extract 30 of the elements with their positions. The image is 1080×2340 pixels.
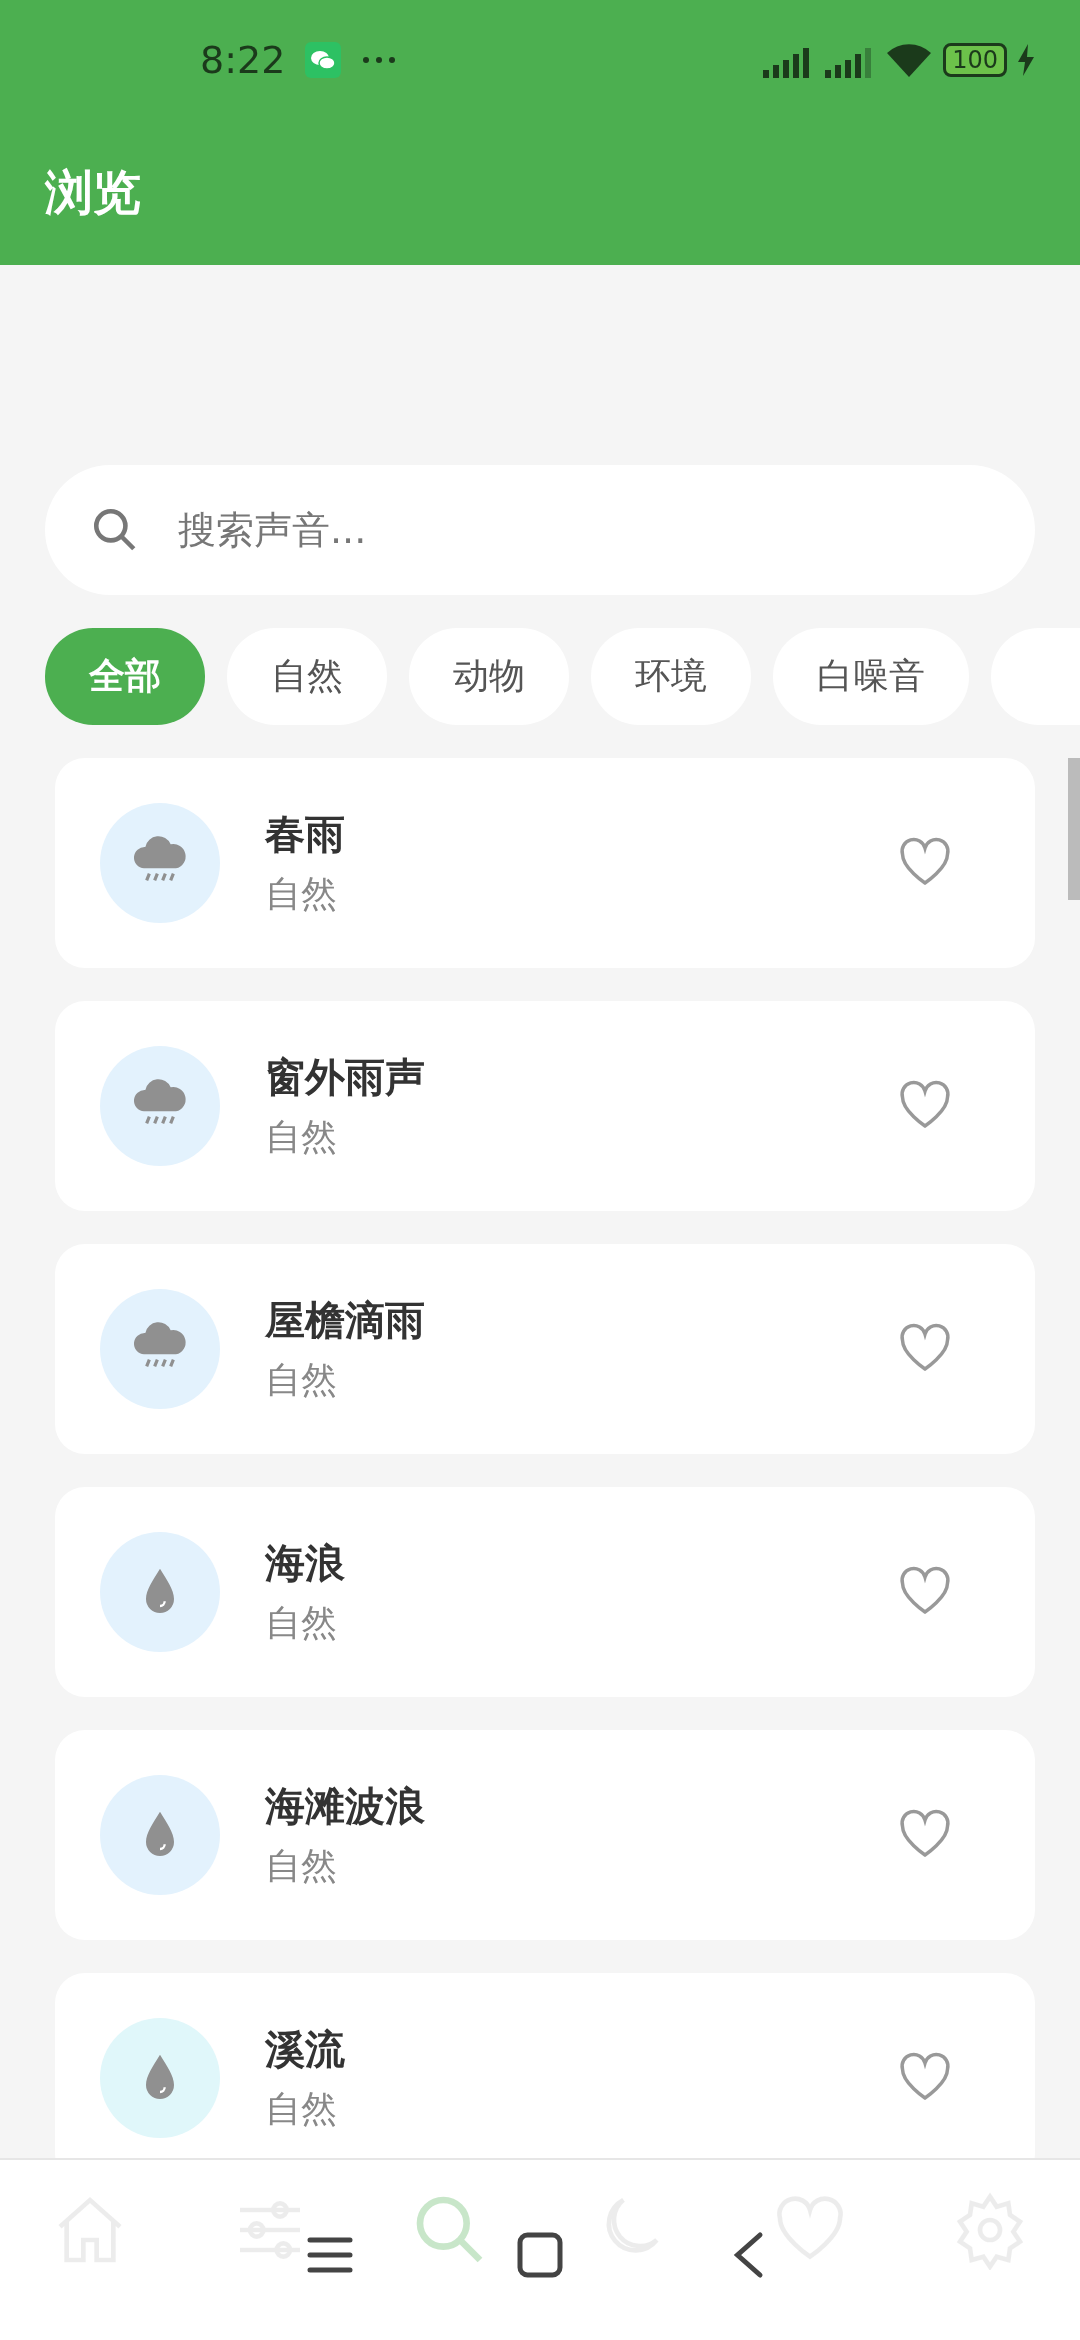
sound-title: 屋檐滴雨 — [265, 1296, 426, 1345]
chat-app-icon — [305, 42, 342, 78]
sound-category: 自然 — [265, 1115, 338, 1159]
sound-title: 窗外雨声 — [265, 1053, 426, 1102]
charging-icon — [1017, 44, 1035, 76]
category-chip[interactable]: 动物 — [409, 628, 569, 725]
sound-card[interactable]: 海滩波浪 自然 — [55, 1730, 1035, 1940]
sound-category: 自然 — [265, 1358, 338, 1402]
sound-title: 溪流 — [265, 2025, 346, 2074]
wifi-icon — [885, 41, 934, 79]
sound-category: 自然 — [265, 1601, 338, 1645]
sound-card[interactable]: 窗外雨声 自然 — [55, 1001, 1035, 1211]
sound-category: 自然 — [265, 872, 338, 916]
sound-title: 春雨 — [265, 810, 346, 859]
sound-card[interactable]: 屋檐滴雨 自然 — [55, 1244, 1035, 1454]
search-field[interactable]: 搜索声音... — [45, 465, 1035, 595]
battery-level: 100 — [943, 43, 1007, 77]
page-title: 浏览 — [45, 162, 141, 222]
more-icon — [361, 55, 398, 65]
sound-card[interactable]: 海浪 自然 — [55, 1487, 1035, 1697]
category-chip[interactable]: 白噪音 — [773, 628, 969, 725]
sound-title: 海浪 — [265, 1539, 346, 1588]
sound-card[interactable]: 春雨 自然 — [55, 758, 1035, 968]
sound-title: 海滩波浪 — [265, 1782, 426, 1831]
status-time: 8:22 — [200, 38, 286, 82]
sound-card[interactable]: 溪流 自然 — [55, 1973, 1035, 2158]
category-chip[interactable]: 自然 — [227, 628, 387, 725]
category-chip[interactable]: 环境 — [591, 628, 751, 725]
sound-category: 自然 — [265, 2087, 338, 2131]
sound-category: 自然 — [265, 1844, 338, 1888]
